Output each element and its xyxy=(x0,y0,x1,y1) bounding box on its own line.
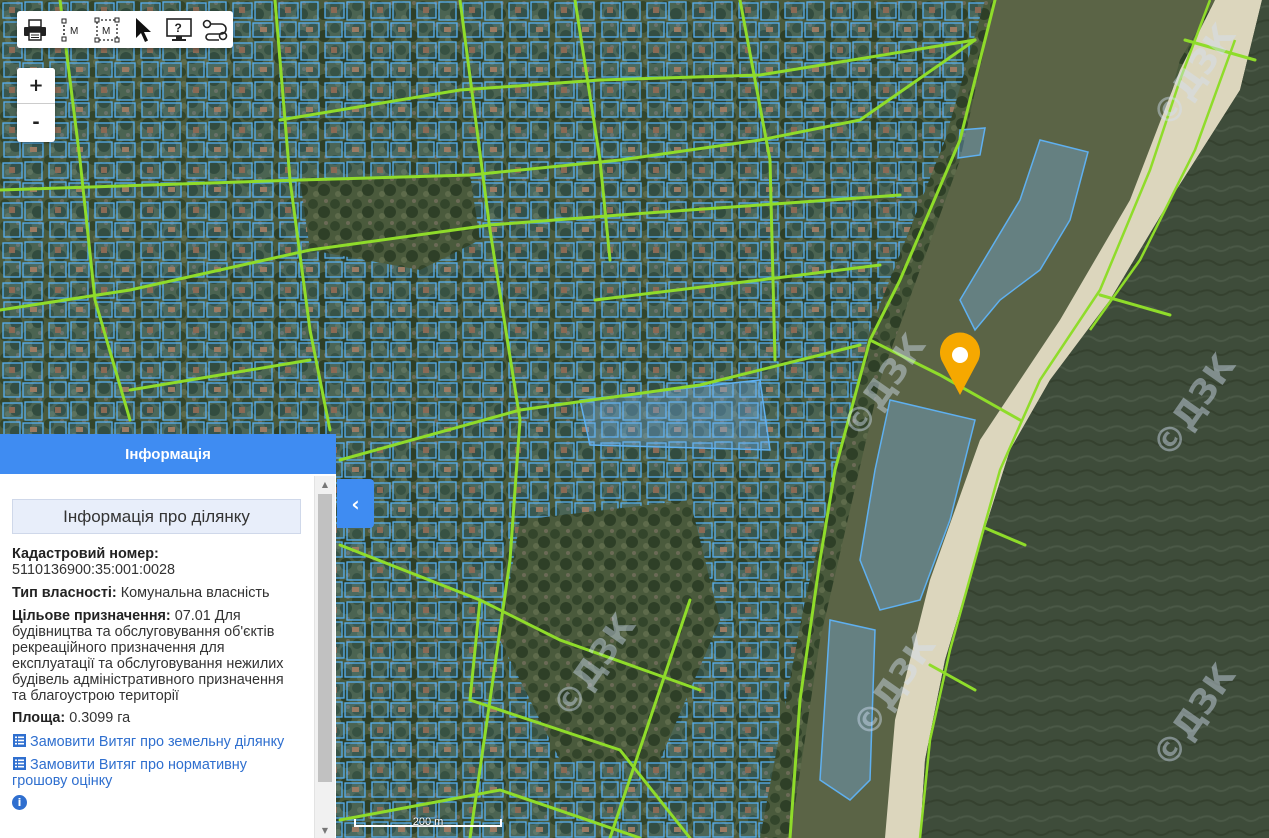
measure-line-label: M xyxy=(70,26,78,37)
document-icon xyxy=(13,734,26,747)
help-button[interactable]: ? xyxy=(161,11,197,48)
cadastral-number-row: Кадастровий номер: 5110136900:35:001:002… xyxy=(12,546,302,578)
scale-bar: 200 m xyxy=(354,812,502,830)
measure-area-label: M xyxy=(102,26,110,37)
zoom-out-button[interactable]: - xyxy=(17,104,55,141)
parcel-info: Кадастровий номер: 5110136900:35:001:002… xyxy=(12,546,302,810)
panel-header: Інформація xyxy=(0,434,336,474)
cadastral-number-label: Кадастровий номер: xyxy=(12,546,159,562)
printer-icon xyxy=(24,18,46,41)
zoom-in-button[interactable]: + xyxy=(17,68,55,104)
cadastral-number-value: 5110136900:35:001:0028 xyxy=(12,562,175,578)
collapse-panel-button[interactable]: ‹ xyxy=(337,479,374,528)
purpose-label: Цільове призначення: xyxy=(12,608,171,624)
measure-area-icon: M xyxy=(94,17,120,42)
ownership-value: Комунальна власність xyxy=(120,585,270,601)
zoom-control: + - xyxy=(17,68,55,142)
next-item-partial: i xyxy=(12,795,302,810)
order-valuation-label: Замовити Витяг про нормативну грошову оц… xyxy=(12,757,247,789)
route-button[interactable] xyxy=(197,11,233,48)
pointer-button[interactable] xyxy=(125,11,161,48)
section-title: Інформація про ділянку xyxy=(12,499,301,534)
area-value: 0.3099 га xyxy=(69,710,131,726)
measure-line-icon: M xyxy=(61,18,78,41)
map-toolbar: M M ? xyxy=(17,11,233,48)
help-label: ? xyxy=(175,21,182,35)
measure-area-button[interactable]: M xyxy=(89,11,125,48)
help-monitor-icon: ? xyxy=(166,17,192,41)
pointer-icon xyxy=(136,17,151,42)
purpose-row: Цільове призначення: 07.01 Для будівницт… xyxy=(12,608,302,704)
info-panel: Інформація Інформація про ділянку Кадаст… xyxy=(0,434,336,838)
area-label: Площа: xyxy=(12,710,66,726)
ownership-label: Тип власності: xyxy=(12,585,117,601)
ownership-row: Тип власності: Комунальна власність xyxy=(12,585,302,601)
route-icon xyxy=(202,19,228,41)
chevron-left-icon: ‹ xyxy=(351,491,360,516)
info-icon: i xyxy=(12,795,27,810)
area-row: Площа: 0.3099 га xyxy=(12,710,302,726)
document-icon xyxy=(13,757,26,770)
print-button[interactable] xyxy=(17,11,53,48)
order-valuation-link[interactable]: Замовити Витяг про нормативну грошову оц… xyxy=(12,756,302,789)
scale-label: 200 m xyxy=(412,816,444,828)
measure-line-button[interactable]: M xyxy=(53,11,89,48)
panel-body[interactable]: Інформація про ділянку Кадастровий номер… xyxy=(0,474,314,838)
scroll-down-arrow-icon[interactable]: ▼ xyxy=(315,822,335,838)
scroll-thumb[interactable] xyxy=(318,494,332,782)
order-extract-link[interactable]: Замовити Витяг про земельну ділянку xyxy=(12,733,302,750)
order-extract-label: Замовити Витяг про земельну ділянку xyxy=(30,734,285,750)
scroll-up-arrow-icon[interactable]: ▲ xyxy=(315,476,335,492)
panel-scrollbar[interactable]: ▲ ▼ xyxy=(314,476,335,838)
